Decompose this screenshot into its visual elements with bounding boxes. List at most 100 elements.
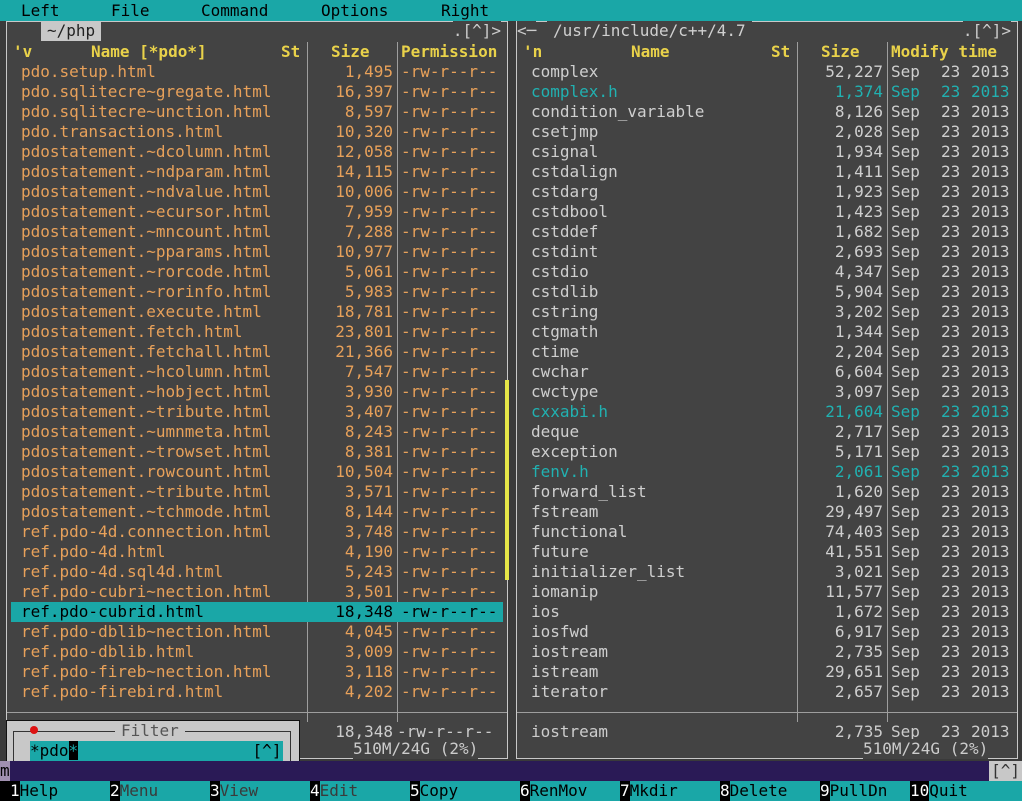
table-row[interactable]: fstream 29,497 Sep 23 2013: [517, 502, 1013, 522]
fkey-quit-button[interactable]: 10Quit: [910, 781, 1022, 801]
right-header-st[interactable]: St: [771, 42, 790, 62]
table-row[interactable]: ctime 2,204 Sep 23 2013: [517, 342, 1013, 362]
right-panel-path[interactable]: /usr/include/c++/4.7: [547, 21, 752, 41]
table-row[interactable]: pdo.sqlitecre~gregate.html 16,397 -rw-r--r…: [7, 82, 503, 102]
table-row[interactable]: deque 2,717 Sep 23 2013: [517, 422, 1013, 442]
right-header-name[interactable]: Name: [631, 42, 670, 62]
table-row[interactable]: ref.pdo-dblib.html 3,009 -rw-r--r--: [7, 642, 503, 662]
table-row[interactable]: pdo.sqlitecre~unction.html 8,597 -rw-r--r-…: [7, 102, 503, 122]
table-row[interactable]: pdostatement.~tchmode.html 8,144 -rw-r--r-…: [7, 502, 503, 522]
table-row[interactable]: iomanip 11,577 Sep 23 2013: [517, 582, 1013, 602]
table-row[interactable]: csetjmp 2,028 Sep 23 2013: [517, 122, 1013, 142]
fkey-edit-button[interactable]: 4Edit: [310, 781, 410, 801]
table-row[interactable]: ctgmath 1,344 Sep 23 2013: [517, 322, 1013, 342]
table-row[interactable]: iosfwd 6,917 Sep 23 2013: [517, 622, 1013, 642]
table-row[interactable]: complex 52,227 Sep 23 2013: [517, 62, 1013, 82]
table-row[interactable]: pdostatement.~dcolumn.html 12,058 -rw-r--r…: [7, 142, 503, 162]
table-row[interactable]: condition_variable 8,126 Sep 23 2013: [517, 102, 1013, 122]
menu-file[interactable]: File: [111, 1, 150, 21]
table-row[interactable]: ref.pdo-firebird.html 4,202 -rw-r--r--: [7, 682, 503, 702]
left-panel-path[interactable]: ~/php: [41, 21, 102, 41]
table-row[interactable]: ref.pdo-cubrid.html 18,348 -rw-r--r--: [11, 602, 503, 622]
filter-history-button[interactable]: [^]: [251, 741, 283, 761]
left-header-permission[interactable]: Permission: [401, 42, 497, 62]
fkey-pulldn-button[interactable]: 9PullDn: [820, 781, 910, 801]
right-header-modify-time[interactable]: Modify time: [891, 42, 997, 62]
table-row[interactable]: ref.pdo-cubri~nection.html 3,501 -rw-r--r-…: [7, 582, 503, 602]
left-panel-corner[interactable]: .[^]>: [452, 21, 501, 41]
table-row[interactable]: cstring 3,202 Sep 23 2013: [517, 302, 1013, 322]
table-row[interactable]: pdostatement.~mncount.html 7,288 -rw-r--r-…: [7, 222, 503, 242]
table-row[interactable]: ref.pdo-fireb~nection.html 3,118 -rw-r--r-…: [7, 662, 503, 682]
right-panel[interactable]: <─ /usr/include/c++/4.7 .[^]> 'n Name St…: [516, 21, 1018, 759]
table-row[interactable]: initializer_list 3,021 Sep 23 2013: [517, 562, 1013, 582]
command-line[interactable]: [0, 761, 1022, 781]
table-row[interactable]: pdostatement.~hcolumn.html 7,547 -rw-r--r-…: [7, 362, 503, 382]
table-row[interactable]: cstdio 4,347 Sep 23 2013: [517, 262, 1013, 282]
table-row[interactable]: pdostatement.~ecursor.html 7,959 -rw-r--r-…: [7, 202, 503, 222]
table-row[interactable]: pdostatement.~tribute.html 3,407 -rw-r--r-…: [7, 402, 503, 422]
table-row[interactable]: cwchar 6,604 Sep 23 2013: [517, 362, 1013, 382]
table-row[interactable]: forward_list 1,620 Sep 23 2013: [517, 482, 1013, 502]
table-row[interactable]: pdostatement.~tribute.html 3,571 -rw-r--r-…: [7, 482, 503, 502]
table-row[interactable]: pdostatement.~ndvalue.html 10,006 -rw-r--r…: [7, 182, 503, 202]
table-row[interactable]: csignal 1,934 Sep 23 2013: [517, 142, 1013, 162]
table-row[interactable]: pdo.transactions.html 10,320 -rw-r--r--: [7, 122, 503, 142]
table-row[interactable]: pdostatement.fetchall.html 21,366 -rw-r--r…: [7, 342, 503, 362]
table-row[interactable]: cxxabi.h 21,604 Sep 23 2013: [517, 402, 1013, 422]
left-scrollbar[interactable]: [505, 380, 509, 580]
table-row[interactable]: complex.h 1,374 Sep 23 2013: [517, 82, 1013, 102]
fkey-copy-button[interactable]: 5Copy: [410, 781, 520, 801]
left-panel[interactable]: ~/php .[^]> 'v Name [*pdo*] St Size Perm…: [6, 21, 509, 759]
table-row[interactable]: cwctype 3,097 Sep 23 2013: [517, 382, 1013, 402]
left-header-size[interactable]: Size: [331, 42, 370, 62]
table-row[interactable]: pdostatement.~trowset.html 8,381 -rw-r--r-…: [7, 442, 503, 462]
table-row[interactable]: cstdalign 1,411 Sep 23 2013: [517, 162, 1013, 182]
command-history-button[interactable]: [^]: [989, 761, 1022, 781]
table-row[interactable]: ios 1,672 Sep 23 2013: [517, 602, 1013, 622]
table-row[interactable]: iterator 2,657 Sep 23 2013: [517, 682, 1013, 702]
table-row[interactable]: istream 29,651 Sep 23 2013: [517, 662, 1013, 682]
fkey-view-button[interactable]: 3View: [210, 781, 310, 801]
table-row[interactable]: iostream 2,735 Sep 23 2013: [517, 642, 1013, 662]
right-header-size[interactable]: Size: [821, 42, 860, 62]
table-row[interactable]: ref.pdo-dblib~nection.html 4,045 -rw-r--r-…: [7, 622, 503, 642]
table-row[interactable]: pdostatement.execute.html 18,781 -rw-r--r-…: [7, 302, 503, 322]
fkey-renmov-button[interactable]: 6RenMov: [520, 781, 620, 801]
table-row[interactable]: pdostatement.~rorinfo.html 5,983 -rw-r--r-…: [7, 282, 503, 302]
table-row[interactable]: ref.pdo-4d.connection.html 3,748 -rw-r--r-…: [7, 522, 503, 542]
table-row[interactable]: pdostatement.~hobject.html 3,930 -rw-r--r-…: [7, 382, 503, 402]
table-row[interactable]: fenv.h 2,061 Sep 23 2013: [517, 462, 1013, 482]
table-row[interactable]: pdostatement.fetch.html 23,801 -rw-r--r--: [7, 322, 503, 342]
table-row[interactable]: ref.pdo-4d.html 4,190 -rw-r--r--: [7, 542, 503, 562]
table-row[interactable]: pdostatement.~umnmeta.html 8,243 -rw-r--r-…: [7, 422, 503, 442]
right-sort-indicator[interactable]: 'n: [523, 42, 542, 62]
fkey-menu-button[interactable]: 2Menu: [110, 781, 210, 801]
table-row[interactable]: cstdbool 1,423 Sep 23 2013: [517, 202, 1013, 222]
table-row[interactable]: ref.pdo-4d.sql4d.html 5,243 -rw-r--r--: [7, 562, 503, 582]
fkey-delete-button[interactable]: 8Delete: [720, 781, 820, 801]
menu-options[interactable]: Options: [321, 1, 388, 21]
table-row[interactable]: cstdint 2,693 Sep 23 2013: [517, 242, 1013, 262]
table-row[interactable]: pdo.setup.html 1,495 -rw-r--r--: [7, 62, 503, 82]
table-row[interactable]: pdostatement.~ndparam.html 14,115 -rw-r--r…: [7, 162, 503, 182]
menu-left[interactable]: Left: [21, 1, 60, 21]
left-header-st[interactable]: St: [281, 42, 300, 62]
table-row[interactable]: future 41,551 Sep 23 2013: [517, 542, 1013, 562]
table-row[interactable]: pdostatement.~pparams.html 10,977 -rw-r--r…: [7, 242, 503, 262]
menu-right[interactable]: Right: [441, 1, 489, 21]
filter-input[interactable]: *pdo*: [30, 741, 252, 761]
right-panel-corner[interactable]: .[^]>: [962, 21, 1011, 41]
table-row[interactable]: cstddef 1,682 Sep 23 2013: [517, 222, 1013, 242]
table-row[interactable]: cstdarg 1,923 Sep 23 2013: [517, 182, 1013, 202]
table-row[interactable]: pdostatement.~rorcode.html 5,061 -rw-r--r-…: [7, 262, 503, 282]
table-row[interactable]: exception 5,171 Sep 23 2013: [517, 442, 1013, 462]
table-row[interactable]: pdostatement.rowcount.html 10,504 -rw-r--r…: [7, 462, 503, 482]
fkey-mkdir-button[interactable]: 7Mkdir: [620, 781, 720, 801]
left-header-name[interactable]: Name [*pdo*]: [91, 42, 207, 62]
fkey-help-button[interactable]: 1Help: [10, 781, 110, 801]
left-sort-indicator[interactable]: 'v: [13, 42, 32, 62]
menu-command[interactable]: Command: [201, 1, 268, 21]
close-dot-icon[interactable]: [30, 726, 38, 734]
table-row[interactable]: functional 74,403 Sep 23 2013: [517, 522, 1013, 542]
